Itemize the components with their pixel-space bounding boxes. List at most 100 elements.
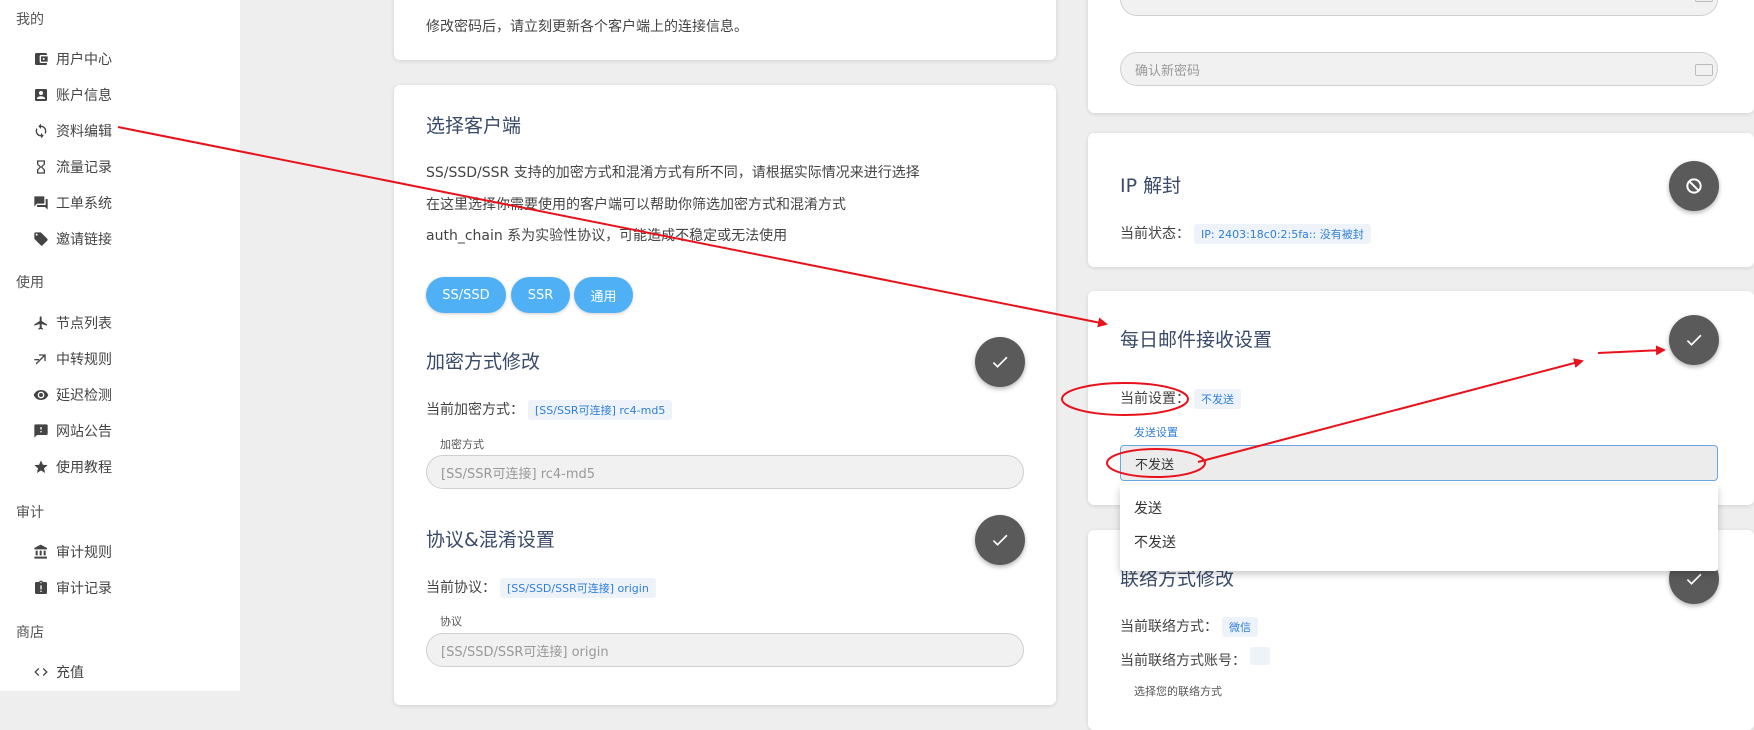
client-ssr-button[interactable]: SSR <box>511 277 570 313</box>
sidebar-item-node-list[interactable]: 节点列表 <box>32 310 112 336</box>
encryption-confirm-button[interactable] <box>975 337 1025 387</box>
ip-unblock-button[interactable] <box>1669 161 1719 211</box>
tag-icon <box>32 230 50 248</box>
sidebar-item-account-info[interactable]: 账户信息 <box>32 82 112 108</box>
encryption-current-badge: [SS/SSR可连接] rc4-md5 <box>528 400 673 420</box>
sidebar-item-traffic-log[interactable]: 流量记录 <box>32 154 112 180</box>
sidebar-item-user-center[interactable]: 用户中心 <box>32 46 112 72</box>
sidebar-item-invite-link[interactable]: 邀请链接 <box>32 226 112 252</box>
alert-icon <box>32 422 50 440</box>
contact-method-label: 当前联络方式： <box>1120 619 1218 635</box>
sidebar-item-label: 网站公告 <box>56 424 112 440</box>
sidebar-item-label: 使用教程 <box>56 460 112 476</box>
new-password-input[interactable] <box>1120 0 1718 16</box>
sync-icon <box>32 122 50 140</box>
protocol-select[interactable]: [SS/SSD/SSR可连接] origin <box>426 633 1024 667</box>
contact-select-hint: 选择您的联络方式 <box>1134 685 1222 698</box>
client-card-desc-2: 在这里选择你需要使用的客户端可以帮助你筛选加密方式和混淆方式 <box>426 197 846 213</box>
daily-mail-card: 每日邮件接收设置 当前设置： 不发送 发送设置 不发送 <box>1088 291 1754 505</box>
mail-current-badge: 不发送 <box>1194 389 1241 409</box>
check-icon <box>1686 334 1702 346</box>
mail-field-label: 发送设置 <box>1134 426 1178 439</box>
password-notice-text: 修改密码后，请立刻更新各个客户端上的连接信息。 <box>426 19 748 35</box>
sidebar-item-relay-rules[interactable]: 中转规则 <box>32 346 112 372</box>
block-icon <box>1686 178 1702 194</box>
account-box-icon <box>32 86 50 104</box>
airplane-icon <box>32 314 50 332</box>
mail-setting-select[interactable]: 不发送 <box>1120 445 1718 481</box>
new-password-card: 确认新密码 <box>1088 0 1754 113</box>
contact-method-badge: 微信 <box>1222 617 1258 637</box>
sidebar-item-label: 延迟检测 <box>56 388 112 404</box>
check-icon <box>992 534 1008 546</box>
sidebar-item-label: 邀请链接 <box>56 232 112 248</box>
ip-card-title: IP 解封 <box>1120 175 1182 197</box>
sidebar-group-shop: 商店 <box>16 625 44 641</box>
sidebar-item-ticket-system[interactable]: 工单系统 <box>32 190 112 216</box>
check-icon <box>1686 573 1702 585</box>
sidebar-item-announcements[interactable]: 网站公告 <box>32 418 112 444</box>
clipboard-alert-icon <box>32 579 50 597</box>
mail-confirm-button[interactable] <box>1669 315 1719 365</box>
encryption-select[interactable]: [SS/SSR可连接] rc4-md5 <box>426 455 1024 489</box>
sidebar-item-audit-rules[interactable]: 审计规则 <box>32 539 112 565</box>
code-icon <box>32 663 50 681</box>
ip-status-label: 当前状态： <box>1120 226 1190 242</box>
sidebar-item-label: 节点列表 <box>56 316 112 332</box>
sidebar-group-use: 使用 <box>16 275 44 291</box>
sidebar-item-label: 中转规则 <box>56 352 112 368</box>
ip-unblock-card: IP 解封 当前状态： IP: 2403:18c0:2:5fa:: 没有被封 <box>1088 133 1754 267</box>
wallet-icon <box>32 50 50 68</box>
protocol-current-badge: [SS/SSD/SSR可连接] origin <box>500 578 656 598</box>
mail-current: 当前设置： 不发送 <box>1120 388 1241 409</box>
star-icon <box>32 458 50 476</box>
client-select-card: 选择客户端 SS/SSD/SSR 支持的加密方式和混淆方式有所不同，请根据实际情… <box>394 85 1056 705</box>
sidebar-item-latency-check[interactable]: 延迟检测 <box>32 382 112 408</box>
mail-dropdown-menu: 发送 不发送 <box>1120 485 1718 571</box>
bank-icon <box>32 543 50 561</box>
protocol-field-label: 协议 <box>440 615 462 628</box>
sidebar-item-label: 审计规则 <box>56 545 112 561</box>
sidebar-item-tutorial[interactable]: 使用教程 <box>32 454 112 480</box>
relay-icon <box>32 350 50 368</box>
mail-current-label: 当前设置： <box>1120 391 1190 407</box>
sidebar-item-recharge[interactable]: 充值 <box>32 659 84 685</box>
chat-icon <box>32 194 50 212</box>
eye-icon <box>32 386 50 404</box>
hourglass-icon <box>32 158 50 176</box>
sidebar-item-label: 审计记录 <box>56 581 112 597</box>
contact-method: 当前联络方式： 微信 <box>1120 616 1258 637</box>
mail-option-send[interactable]: 发送 <box>1134 498 1162 518</box>
sidebar-item-label: 资料编辑 <box>56 124 112 140</box>
encryption-current: 当前加密方式： [SS/SSR可连接] rc4-md5 <box>426 399 673 420</box>
sidebar-item-profile-edit[interactable]: 资料编辑 <box>32 118 112 144</box>
client-ss-ssd-button[interactable]: SS/SSD <box>426 277 506 313</box>
contact-account-badge <box>1250 647 1270 665</box>
client-card-desc-3: auth_chain 系为实验性协议，可能造成不稳定或无法使用 <box>426 228 788 244</box>
mail-option-dont-send[interactable]: 不发送 <box>1134 532 1176 552</box>
sidebar-group-mine: 我的 <box>16 12 44 28</box>
client-card-title: 选择客户端 <box>426 115 522 137</box>
sidebar-item-label: 流量记录 <box>56 160 112 176</box>
protocol-title: 协议&混淆设置 <box>426 529 555 551</box>
sidebar-group-audit: 审计 <box>16 505 44 521</box>
protocol-current: 当前协议： [SS/SSD/SSR可连接] origin <box>426 577 656 598</box>
confirm-password-input[interactable]: 确认新密码 <box>1120 52 1718 86</box>
contact-account-label: 当前联络方式账号： <box>1120 653 1246 669</box>
sidebar-item-label: 充值 <box>56 665 84 681</box>
sidebar-item-label: 工单系统 <box>56 196 112 212</box>
ip-status: 当前状态： IP: 2403:18c0:2:5fa:: 没有被封 <box>1120 223 1371 244</box>
client-general-button[interactable]: 通用 <box>574 277 633 313</box>
sidebar: 我的 用户中心 账户信息 资料编辑 流量记录 工单系统 邀请链接 使用 节点列表… <box>0 0 240 691</box>
encryption-field-label: 加密方式 <box>440 438 484 451</box>
encryption-title: 加密方式修改 <box>426 351 541 373</box>
sidebar-item-label: 用户中心 <box>56 52 112 68</box>
check-icon <box>992 356 1008 368</box>
mail-card-title: 每日邮件接收设置 <box>1120 329 1273 351</box>
keyboard-icon <box>1695 64 1713 76</box>
keyboard-icon <box>1695 0 1713 2</box>
sidebar-item-audit-log[interactable]: 审计记录 <box>32 575 112 601</box>
protocol-confirm-button[interactable] <box>975 515 1025 565</box>
client-card-desc-1: SS/SSD/SSR 支持的加密方式和混淆方式有所不同，请根据实际情况来进行选择 <box>426 165 920 181</box>
encryption-current-label: 当前加密方式： <box>426 402 524 418</box>
